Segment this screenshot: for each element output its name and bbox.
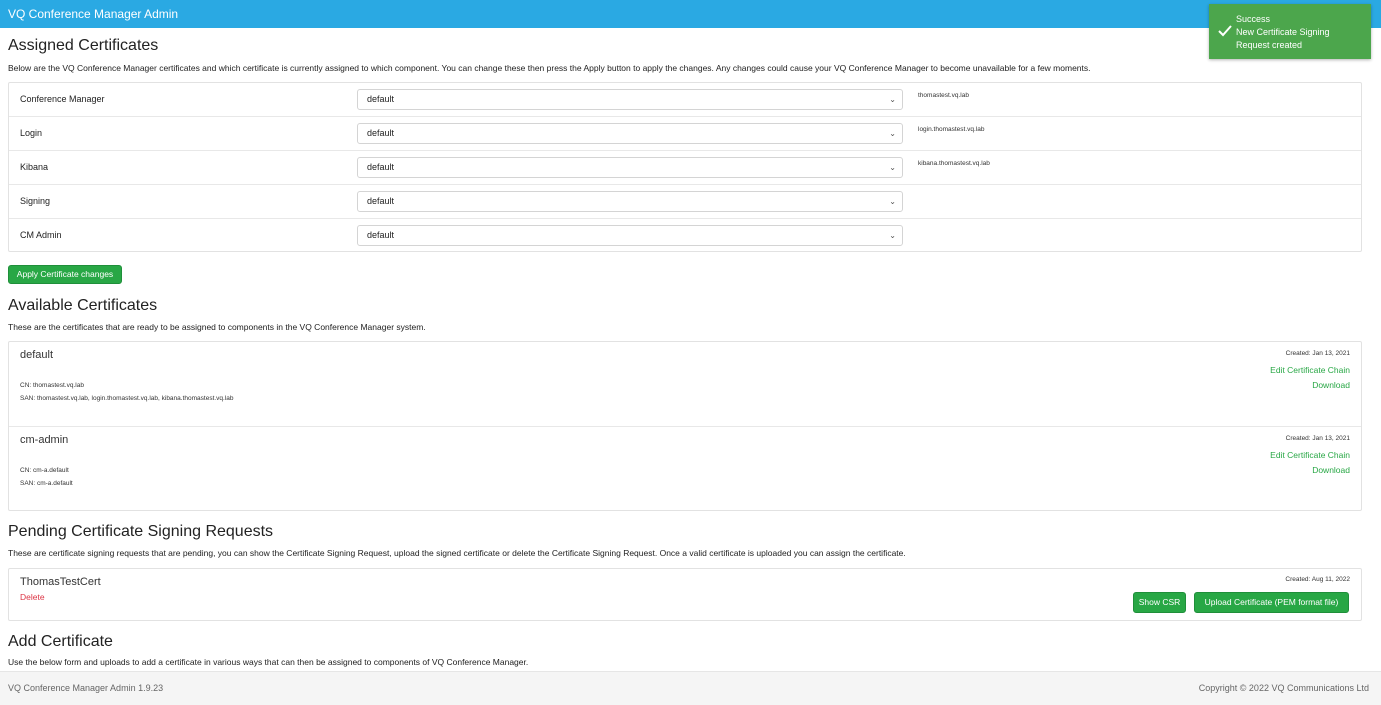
chevron-down-icon: ⌄ xyxy=(889,163,896,172)
chevron-down-icon: ⌄ xyxy=(889,95,896,104)
chevron-down-icon: ⌄ xyxy=(889,197,896,206)
certificate-cn: CN: thomastest.vq.lab xyxy=(20,382,84,389)
hostname: kibana.thomastest.vq.lab xyxy=(918,160,990,167)
footer-copyright: Copyright © 2022 VQ Communications Ltd xyxy=(1198,683,1369,693)
edit-certificate-chain-link[interactable]: Edit Certificate Chain xyxy=(1270,365,1350,375)
delete-link[interactable]: Delete xyxy=(20,592,45,602)
certificate-select[interactable]: default ⌄ xyxy=(357,225,903,246)
certificate-cn: CN: cm-a.default xyxy=(20,467,69,474)
check-icon xyxy=(1218,25,1232,37)
certificate-select[interactable]: default ⌄ xyxy=(357,191,903,212)
component-label: Signing xyxy=(20,196,51,206)
certificate-san: SAN: cm-a.default xyxy=(20,480,73,487)
assigned-certificates-heading: Assigned Certificates xyxy=(8,37,159,54)
certificate-select[interactable]: default ⌄ xyxy=(357,89,903,110)
pending-csr-heading: Pending Certificate Signing Requests xyxy=(8,523,274,540)
assigned-certificates-description: Below are the VQ Conference Manager cert… xyxy=(8,63,1091,73)
certificate-name: cm-admin xyxy=(20,434,69,446)
certificate-created-date: Created: Jan 13, 2021 xyxy=(1285,435,1350,442)
certificate-san: SAN: thomastest.vq.lab, login.thomastest… xyxy=(20,395,234,402)
toast-message-line1: New Certificate Signing xyxy=(1236,27,1330,37)
certificate-select[interactable]: default ⌄ xyxy=(357,123,903,144)
assigned-certificates-table: Conference Manager default ⌄ thomastest.v… xyxy=(8,82,1362,252)
certificate-item: cm-admin CN: cm-a.default SAN: cm-a.defa… xyxy=(9,427,1361,512)
available-certificates-description: These are the certificates that are read… xyxy=(8,322,426,332)
pending-csr-description: These are certificate signing requests t… xyxy=(8,548,906,558)
available-certificates-list: default CN: thomastest.vq.lab SAN: thoma… xyxy=(8,341,1362,511)
certificate-created-date: Created: Jan 13, 2021 xyxy=(1285,350,1350,357)
certificate-item: default CN: thomastest.vq.lab SAN: thoma… xyxy=(9,342,1361,427)
component-label: Login xyxy=(20,128,43,138)
toast-title: Success xyxy=(1236,14,1271,24)
edit-certificate-chain-link[interactable]: Edit Certificate Chain xyxy=(1270,450,1350,460)
assignment-row-signing: Signing default ⌄ xyxy=(9,185,1361,219)
hostname: login.thomastest.vq.lab xyxy=(918,126,985,133)
available-certificates-heading: Available Certificates xyxy=(8,297,158,314)
pending-csr-item: ThomasTestCert Delete Created: Aug 11, 2… xyxy=(8,568,1362,621)
csr-name: ThomasTestCert xyxy=(20,576,101,588)
component-label: Conference Manager xyxy=(20,94,105,104)
assignment-row-login: Login default ⌄ login.thomastest.vq.lab xyxy=(9,117,1361,151)
chevron-down-icon: ⌄ xyxy=(889,129,896,138)
show-csr-button[interactable]: Show CSR xyxy=(1133,592,1186,613)
chevron-down-icon: ⌄ xyxy=(889,231,896,240)
download-link[interactable]: Download xyxy=(1312,380,1350,390)
apply-certificate-changes-button[interactable]: Apply Certificate changes xyxy=(8,265,122,284)
success-toast[interactable]: Success New Certificate Signing Request … xyxy=(1209,4,1371,59)
component-label: Kibana xyxy=(20,162,49,172)
add-certificate-heading: Add Certificate xyxy=(8,633,113,650)
top-navbar: VQ Conference Manager Admin xyxy=(0,0,1381,28)
assignment-row-kibana: Kibana default ⌄ kibana.thomastest.vq.lab xyxy=(9,151,1361,185)
footer: VQ Conference Manager Admin 1.9.23 Copyr… xyxy=(0,671,1381,705)
toast-message-line2: Request created xyxy=(1236,40,1303,50)
hostname: thomastest.vq.lab xyxy=(918,92,969,99)
upload-certificate-button[interactable]: Upload Certificate (PEM format file) xyxy=(1194,592,1349,613)
add-certificate-description: Use the below form and uploads to add a … xyxy=(8,657,529,667)
csr-created-date: Created: Aug 11, 2022 xyxy=(1285,576,1350,583)
assignment-row-cm-admin: CM Admin default ⌄ xyxy=(9,219,1361,253)
certificate-name: default xyxy=(20,349,54,361)
footer-version: VQ Conference Manager Admin 1.9.23 xyxy=(8,683,164,693)
assignment-row-conference-manager: Conference Manager default ⌄ thomastest.v… xyxy=(9,83,1361,117)
app-title[interactable]: VQ Conference Manager Admin xyxy=(8,7,178,21)
download-link[interactable]: Download xyxy=(1312,465,1350,475)
component-label: CM Admin xyxy=(20,230,62,240)
certificate-select[interactable]: default ⌄ xyxy=(357,157,903,178)
